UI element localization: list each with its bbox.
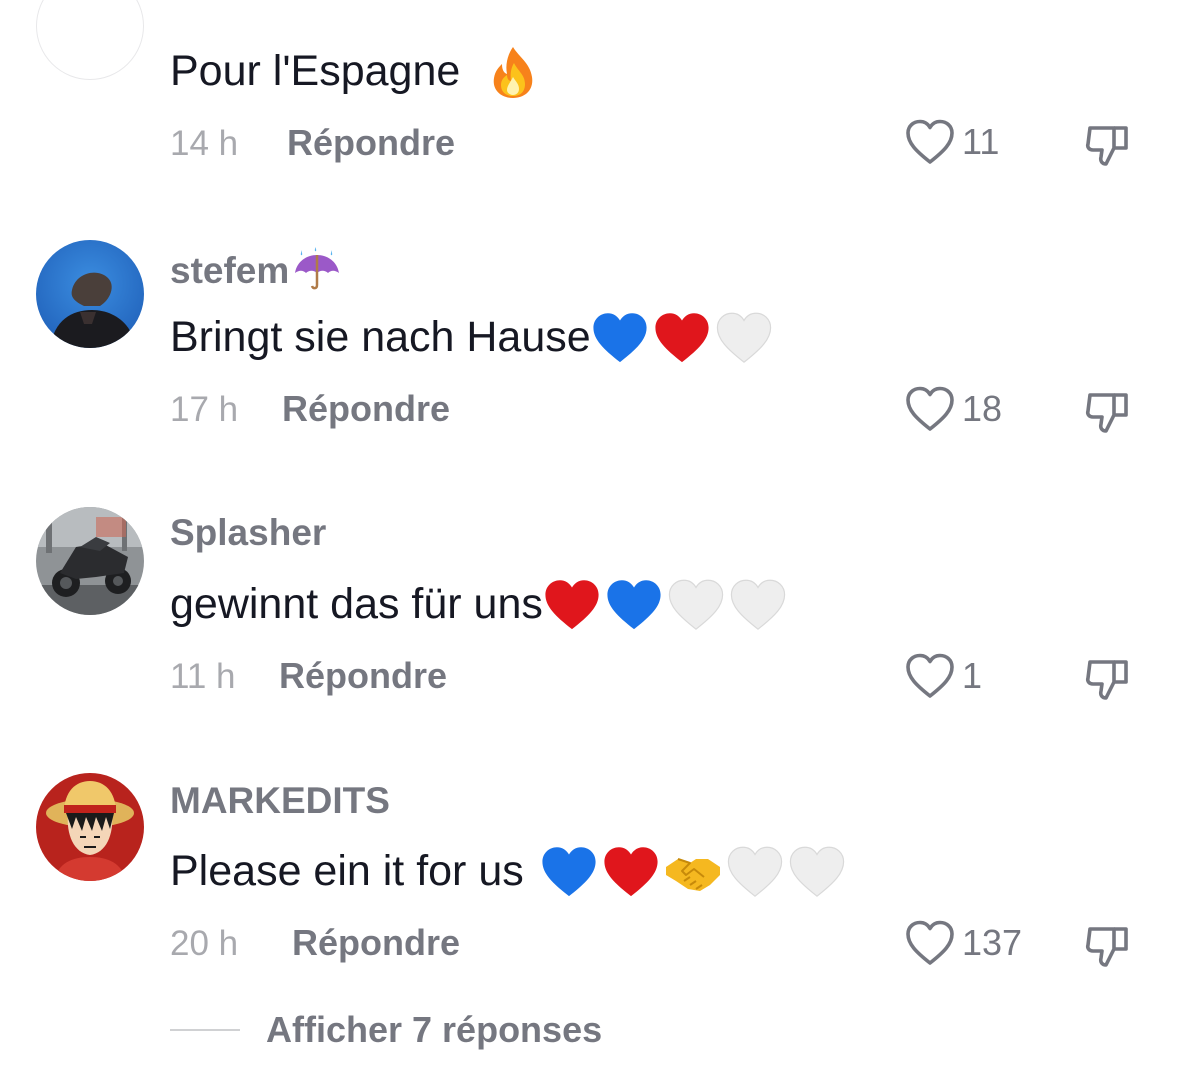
reply-button[interactable]: Répondre — [292, 925, 460, 961]
username[interactable]: stefem — [170, 247, 343, 291]
comment-time: 11 h — [170, 657, 236, 696]
white-heart-icon — [726, 845, 784, 899]
like-button[interactable]: 1 — [904, 652, 982, 700]
white-heart-icon — [715, 311, 773, 365]
comment-time: 14 h — [170, 124, 239, 163]
username-label: Splasher — [170, 512, 327, 553]
username[interactable]: Splasher — [170, 514, 326, 551]
red-heart-icon — [543, 578, 601, 632]
heart-outline-icon — [906, 386, 954, 431]
comment-text-content: Bringt sie nach Hause — [170, 313, 591, 361]
avatar[interactable] — [36, 240, 144, 348]
like-button[interactable]: 11 — [904, 118, 999, 166]
like-count: 18 — [962, 388, 1003, 429]
comment-text: Bringt sie nach Hause — [170, 311, 777, 373]
reply-button[interactable]: Répondre — [282, 391, 450, 427]
show-replies-label: Afficher 7 réponses — [266, 1009, 603, 1050]
white-heart-icon — [788, 845, 846, 899]
username[interactable]: MARKEDITS — [170, 782, 390, 819]
reply-button[interactable]: Répondre — [279, 658, 447, 694]
username-label: MARKEDITS — [170, 780, 390, 821]
handshake-icon — [665, 858, 720, 891]
thumbs-down-icon — [1085, 126, 1128, 166]
comment-text-content: gewinnt das für uns — [170, 580, 543, 628]
red-heart-icon — [602, 845, 660, 899]
like-count: 11 — [962, 121, 1000, 162]
heart-outline-icon — [906, 653, 954, 698]
thumbs-down-icon — [1085, 927, 1128, 967]
reply-button[interactable]: Répondre — [287, 125, 455, 161]
blue-heart-icon — [605, 578, 663, 632]
dislike-button[interactable] — [1084, 921, 1132, 974]
comment-time: 20 h — [170, 924, 239, 963]
heart-outline-icon — [906, 920, 954, 965]
comment-text: Please ein it for us — [170, 845, 850, 907]
comment-emojis — [543, 578, 791, 640]
thumbs-down-icon — [1085, 660, 1128, 700]
comment-emojis — [540, 845, 850, 907]
show-replies-button[interactable]: Afficher 7 réponses — [170, 1012, 602, 1048]
avatar[interactable] — [36, 0, 144, 80]
comment-text-content: Please ein it for us — [170, 847, 524, 895]
umbrella-rain-icon — [295, 247, 340, 290]
like-button[interactable]: 18 — [904, 385, 1002, 433]
blue-heart-icon — [540, 845, 598, 899]
white-heart-icon — [729, 578, 787, 632]
like-button[interactable]: 137 — [904, 919, 1022, 967]
divider-line — [170, 1029, 240, 1031]
comment-emojis — [591, 311, 777, 373]
comment-text: gewinnt das für uns — [170, 578, 791, 640]
white-heart-icon — [667, 578, 725, 632]
comment-time: 17 h — [170, 390, 239, 429]
dislike-button[interactable] — [1084, 120, 1132, 173]
like-count: 137 — [962, 922, 1023, 963]
red-heart-icon — [653, 311, 711, 365]
thumbs-down-icon — [1085, 393, 1128, 433]
comment-text: Pour l'Espagne — [170, 45, 542, 107]
blue-heart-icon — [591, 311, 649, 365]
heart-outline-icon — [906, 119, 954, 164]
dislike-button[interactable] — [1084, 654, 1132, 707]
avatar[interactable] — [36, 773, 144, 881]
comment-emojis — [472, 45, 542, 107]
dislike-button[interactable] — [1084, 387, 1132, 440]
like-count: 1 — [962, 655, 983, 696]
avatar[interactable] — [36, 507, 144, 615]
fire-icon — [493, 47, 533, 98]
username-label: stefem — [170, 250, 290, 291]
comment-text-content: Pour l'Espagne — [170, 47, 461, 95]
